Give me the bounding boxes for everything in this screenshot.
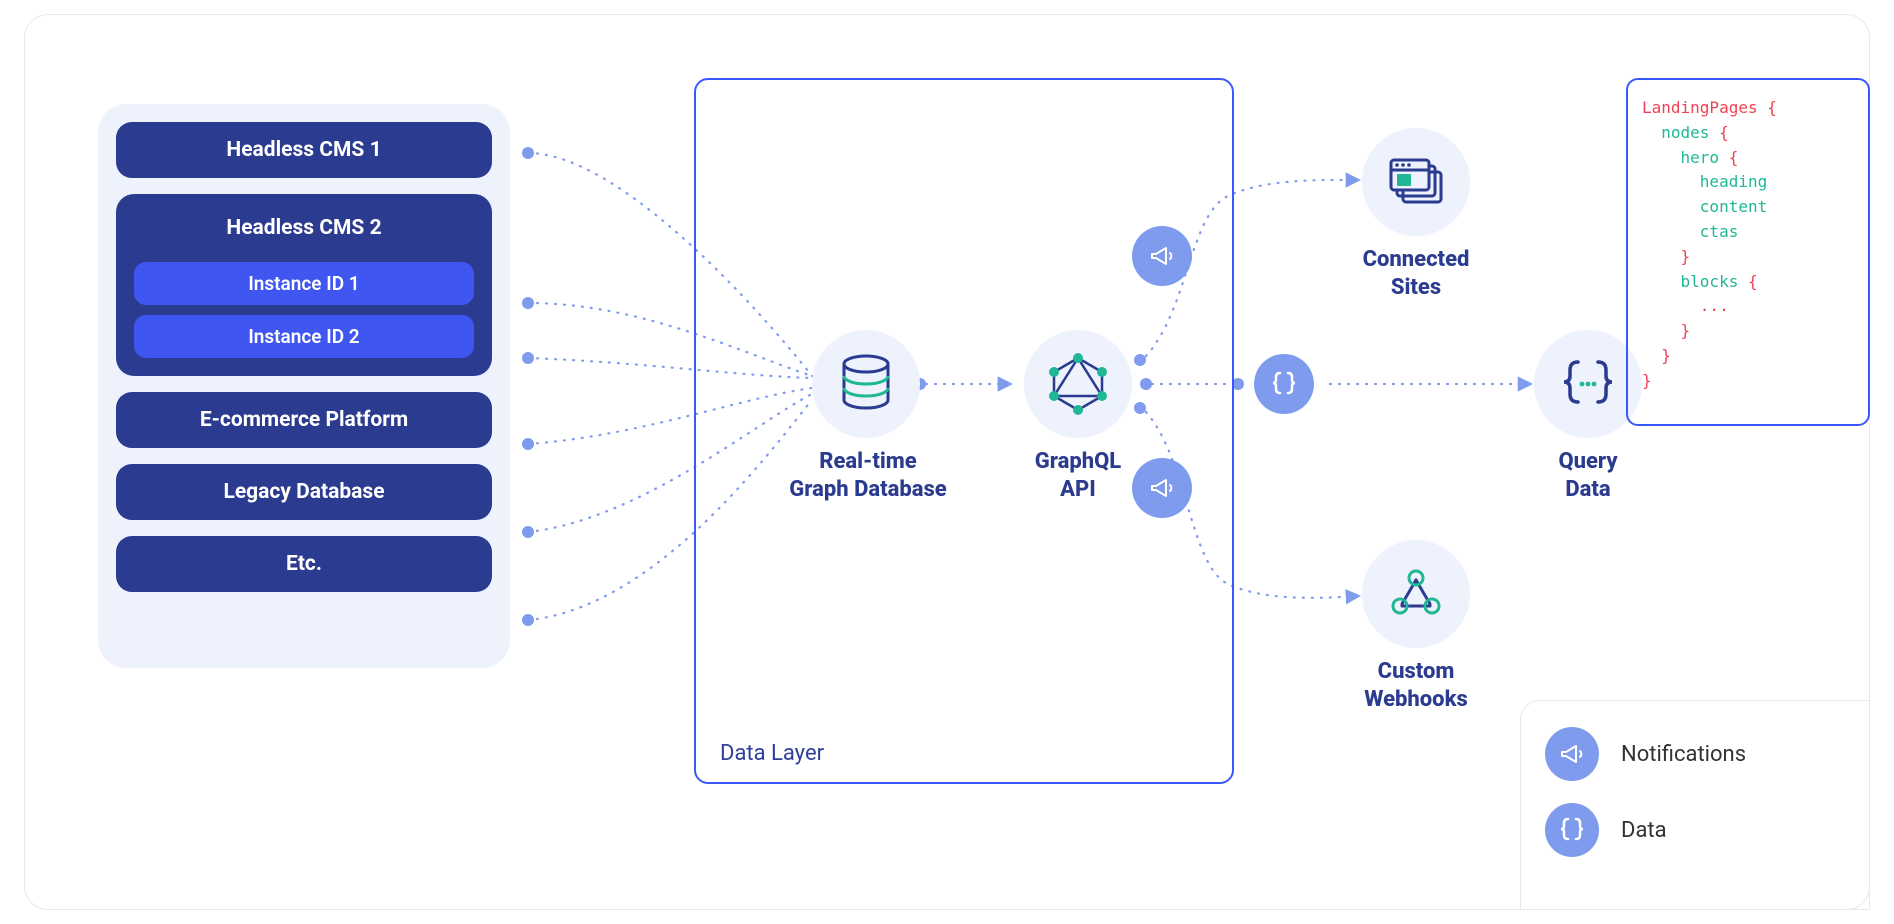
database-icon xyxy=(838,354,894,414)
legend: Notifications Data xyxy=(1520,700,1870,910)
connected-sites-label: Connected Sites xyxy=(1346,246,1486,301)
source-headless-cms-2-group: Headless CMS 2 Instance ID 1 Instance ID… xyxy=(116,194,492,376)
query-data-label-line2: Data xyxy=(1565,477,1610,502)
braces-dots-icon xyxy=(1556,356,1620,412)
source-headless-cms-2-title: Headless CMS 2 xyxy=(134,210,474,252)
query-data-label: Query Data xyxy=(1528,448,1648,503)
database-label-line1: Real-time xyxy=(819,449,917,474)
source-ecommerce: E-commerce Platform xyxy=(116,392,492,448)
megaphone-icon xyxy=(1148,242,1176,270)
database-label-line2: Graph Database xyxy=(789,477,946,502)
notification-badge-bottom xyxy=(1132,458,1192,518)
data-layer-label: Data Layer xyxy=(720,741,824,766)
data-layer-panel: Data Layer xyxy=(694,78,1234,784)
source-etc: Etc. xyxy=(116,536,492,592)
graphql-label-line2: API xyxy=(1060,477,1096,502)
graphql-label-line1: GraphQL xyxy=(1035,449,1121,474)
browser-windows-icon xyxy=(1385,154,1447,210)
braces-icon xyxy=(1545,803,1599,857)
graphql-icon xyxy=(1048,352,1108,416)
custom-webhooks-node xyxy=(1362,540,1470,648)
megaphone-icon xyxy=(1148,474,1176,502)
megaphone-icon xyxy=(1545,727,1599,781)
source-instance-1: Instance ID 1 xyxy=(134,262,474,305)
graphql-label: GraphQL API xyxy=(1018,448,1138,503)
connected-sites-node xyxy=(1362,128,1470,236)
connected-sites-label-line1: Connected xyxy=(1363,247,1470,272)
source-headless-cms-1: Headless CMS 1 xyxy=(116,122,492,178)
query-data-label-line1: Query xyxy=(1558,449,1617,474)
webhook-icon xyxy=(1386,566,1446,622)
custom-webhooks-label-line2: Webhooks xyxy=(1364,687,1468,712)
graphql-node xyxy=(1024,330,1132,438)
sources-panel: Headless CMS 1 Headless CMS 2 Instance I… xyxy=(98,104,510,668)
code-example: LandingPages { nodes { hero { heading co… xyxy=(1626,78,1870,426)
braces-icon xyxy=(1269,369,1299,399)
legend-label-data: Data xyxy=(1621,818,1667,843)
custom-webhooks-label: Custom Webhooks xyxy=(1346,658,1486,713)
connected-sites-label-line2: Sites xyxy=(1391,275,1441,300)
source-instance-2: Instance ID 2 xyxy=(134,315,474,358)
notification-badge-top xyxy=(1132,226,1192,286)
database-node xyxy=(812,330,920,438)
source-legacy-db: Legacy Database xyxy=(116,464,492,520)
legend-row-notifications: Notifications xyxy=(1545,727,1845,781)
custom-webhooks-label-line1: Custom xyxy=(1378,659,1455,684)
data-badge-mid xyxy=(1254,354,1314,414)
database-label: Real-time Graph Database xyxy=(768,448,968,503)
legend-row-data: Data xyxy=(1545,803,1845,857)
legend-label-notifications: Notifications xyxy=(1621,742,1746,767)
